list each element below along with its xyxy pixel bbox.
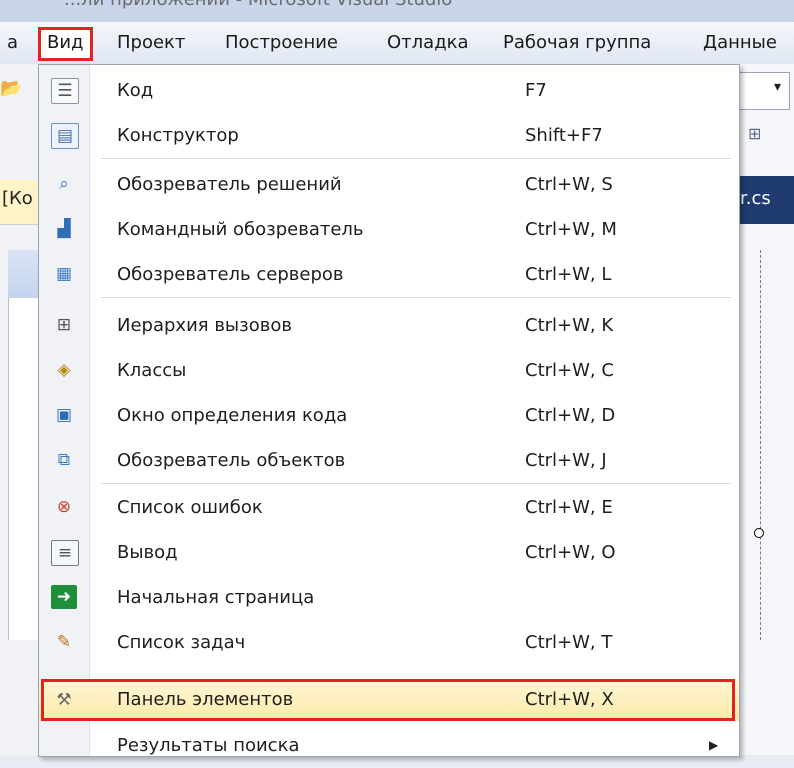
menu-separator: [101, 297, 731, 298]
menu-item-shortcut: Ctrl+W, T: [525, 632, 613, 653]
menu-item-code[interactable]: ☰ Код F7: [39, 68, 739, 113]
menu-item-shortcut: Ctrl+W, L: [525, 264, 612, 285]
menu-project[interactable]: Проект: [110, 29, 192, 57]
menu-item-start-page[interactable]: ➜ Начальная страница: [39, 575, 739, 620]
document-tab-right-label: r.cs: [740, 188, 771, 209]
document-tab-left[interactable]: [Ко: [0, 180, 40, 225]
menu-item-label: Список ошибок: [117, 497, 263, 518]
menu-item-label: Обозреватель решений: [117, 174, 342, 195]
menu-item-shortcut: Ctrl+W, J: [525, 450, 607, 471]
menu-item-team-explorer[interactable]: ▟ Командный обозреватель Ctrl+W, M: [39, 207, 739, 252]
menu-item-shortcut: Ctrl+W, S: [525, 174, 613, 195]
menu-view[interactable]: Вид: [38, 27, 93, 61]
designer-icon: ▤: [51, 123, 79, 149]
window-title: ...ли приложений - Microsoft Visual Stud…: [64, 0, 452, 10]
menu-item-label: Обозреватель серверов: [117, 264, 344, 285]
menu-item-shortcut: Ctrl+W, E: [525, 497, 613, 518]
server-explorer-icon: ▦: [55, 264, 73, 284]
toolbar-combobox[interactable]: ▾: [738, 72, 790, 110]
highlight-frame: [41, 679, 735, 721]
menu-item-shortcut: Ctrl+W, C: [525, 360, 614, 381]
menu-item-label: Список задач: [117, 632, 246, 653]
menu-item-error-list[interactable]: ⊗ Список ошибок Ctrl+W, E: [39, 485, 739, 530]
object-browser-icon: ⧉: [57, 450, 71, 470]
menu-item-shortcut: Ctrl+W, K: [525, 315, 614, 336]
editor-background-right: [738, 64, 794, 755]
code-definition-icon: ▣: [55, 405, 73, 425]
menu-item-label: Классы: [117, 360, 187, 381]
submenu-arrow-icon: ▶: [709, 738, 719, 752]
menu-item-label: Результаты поиска: [117, 735, 300, 756]
menu-item-label: Конструктор: [117, 125, 239, 146]
menu-debug[interactable]: Отладка: [380, 29, 476, 57]
menu-item-shortcut: F7: [525, 80, 547, 101]
solution-explorer-icon: ⌕: [59, 174, 69, 194]
view-menu-dropdown: ☰ Код F7 ▤ Конструктор Shift+F7 ⌕ Обозре…: [38, 64, 740, 757]
designer-canvas: [8, 250, 41, 640]
team-explorer-icon: ▟: [57, 219, 71, 239]
menu-item-output[interactable]: ≡ Вывод Ctrl+W, O: [39, 530, 739, 575]
menu-item-label: Начальная страница: [117, 587, 315, 608]
menu-bar: а Вид Проект Построение Отладка Рабочая …: [0, 22, 794, 65]
start-page-icon: ➜: [51, 585, 77, 609]
menu-item-label: Обозреватель объектов: [117, 450, 346, 471]
open-folder-icon[interactable]: 📂: [0, 78, 36, 108]
menu-item-shortcut: Ctrl+W, O: [525, 542, 616, 563]
menu-item-solution-explorer[interactable]: ⌕ Обозреватель решений Ctrl+W, S: [39, 162, 739, 207]
chevron-down-icon[interactable]: ▾: [774, 79, 781, 95]
menu-build[interactable]: Построение: [218, 29, 345, 57]
menu-file-partial[interactable]: а: [0, 29, 25, 57]
align-icon[interactable]: ⊞: [748, 124, 778, 152]
classes-icon: ◈: [57, 360, 71, 380]
error-list-icon: ⊗: [56, 497, 72, 517]
output-icon: ≡: [51, 540, 79, 566]
menu-item-find-results[interactable]: Результаты поиска ▶: [39, 723, 739, 768]
menu-separator: [101, 158, 731, 159]
document-tab-left-label: [Ко: [2, 188, 33, 209]
window-title-bar: ...ли приложений - Microsoft Visual Stud…: [0, 0, 794, 22]
menu-item-shortcut: Ctrl+W, D: [525, 405, 616, 426]
menu-item-shortcut: Ctrl+W, M: [525, 219, 617, 240]
menu-item-label: Окно определения кода: [117, 405, 348, 426]
form-caption: [8, 250, 40, 298]
document-tab-right[interactable]: r.cs: [738, 176, 794, 224]
code-icon: ☰: [51, 78, 79, 104]
menu-separator: [101, 483, 731, 484]
menu-item-shortcut: Shift+F7: [525, 125, 603, 146]
menu-item-label: Командный обозреватель: [117, 219, 364, 240]
call-hierarchy-icon: ⊞: [56, 315, 72, 335]
menu-item-label: Вывод: [117, 542, 178, 563]
task-list-icon: ✎: [56, 632, 72, 652]
menu-team[interactable]: Рабочая группа: [496, 29, 658, 57]
resize-handle[interactable]: [754, 528, 764, 538]
selection-border: [760, 250, 762, 640]
menu-item-label: Код: [117, 80, 154, 101]
menu-item-label: Иерархия вызовов: [117, 315, 292, 336]
menu-item-code-definition[interactable]: ▣ Окно определения кода Ctrl+W, D: [39, 393, 739, 438]
menu-item-object-browser[interactable]: ⧉ Обозреватель объектов Ctrl+W, J: [39, 438, 739, 483]
menu-item-server-explorer[interactable]: ▦ Обозреватель серверов Ctrl+W, L: [39, 252, 739, 297]
menu-item-task-list[interactable]: ✎ Список задач Ctrl+W, T: [39, 620, 739, 665]
menu-item-call-hierarchy[interactable]: ⊞ Иерархия вызовов Ctrl+W, K: [39, 303, 739, 348]
menu-item-designer[interactable]: ▤ Конструктор Shift+F7: [39, 113, 739, 158]
menu-data[interactable]: Данные: [696, 29, 784, 57]
menu-item-classes[interactable]: ◈ Классы Ctrl+W, C: [39, 348, 739, 393]
